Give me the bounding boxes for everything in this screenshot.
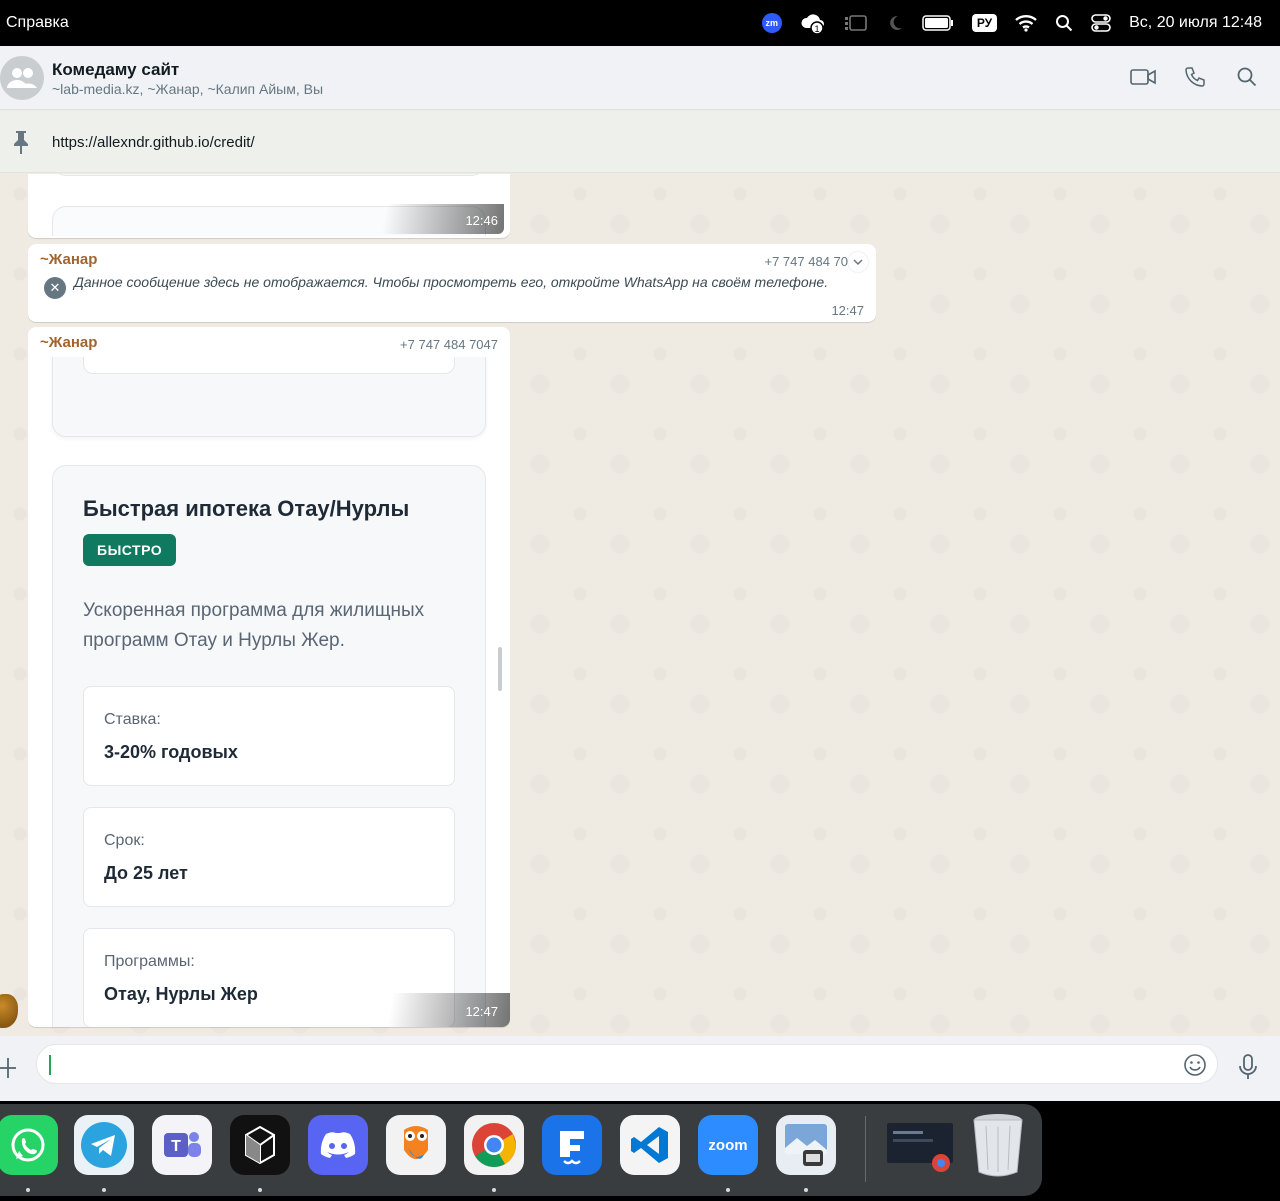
composer-bar xyxy=(0,1036,1280,1101)
embedded-webpage[interactable]: Быстрая ипотека Отау/Нурлы БЫСТРО Ускоре… xyxy=(28,357,510,1027)
preview-icon[interactable] xyxy=(776,1115,836,1175)
chrome-icon[interactable] xyxy=(464,1115,524,1175)
chevron-down-icon xyxy=(853,258,863,265)
video-camera-icon xyxy=(1130,69,1156,85)
param-value: 3-20% годовых xyxy=(104,742,238,762)
perplexity-icon[interactable] xyxy=(230,1115,290,1175)
mortgage-card: Быстрая ипотека Отау/Нурлы БЫСТРО Ускоре… xyxy=(52,465,486,1027)
param-value: Отау, Нурлы Жер xyxy=(104,984,258,1004)
running-indicator xyxy=(102,1188,106,1192)
running-indicator xyxy=(726,1188,730,1192)
pinned-link[interactable]: https://allexndr.github.io/credit/ xyxy=(52,134,255,151)
svg-text:T: T xyxy=(171,1138,181,1155)
dock-separator xyxy=(865,1116,866,1182)
message-bubble-card-preview[interactable]: ~Жанар +7 747 484 7047 Быстрая ипотека О… xyxy=(28,327,510,1027)
sender-phone: +7 747 484 70 xyxy=(764,254,849,269)
cloud-sync-icon[interactable]: 1 xyxy=(800,0,826,46)
unsupported-message-text: Данное сообщение здесь не отображается. … xyxy=(74,274,829,290)
input-language-indicator[interactable]: РУ xyxy=(971,0,998,46)
search-icon xyxy=(1237,67,1257,87)
sender-name[interactable]: ~Жанар xyxy=(40,251,97,268)
whatsapp-window: Комедаму сайт ~lab-media.kz, ~Жанар, ~Ка… xyxy=(0,46,1280,1101)
previous-card-field xyxy=(83,357,455,374)
message-time: 12:47 xyxy=(465,1004,498,1019)
running-indicator xyxy=(258,1188,262,1192)
running-indicator xyxy=(804,1188,808,1192)
chat-participants: ~lab-media.kz, ~Жанар, ~Калип Айым, Вы xyxy=(52,81,324,97)
emoji-button[interactable] xyxy=(1183,1053,1207,1077)
text-caret xyxy=(49,1055,51,1075)
teams-icon[interactable]: T xyxy=(152,1115,212,1175)
message-list[interactable]: 12:46 ~Жанар +7 747 484 70 ✕ Данное сооб… xyxy=(0,174,1280,1036)
speed-badge: БЫСТРО xyxy=(83,534,177,566)
previous-card xyxy=(52,357,486,437)
voice-message-button[interactable] xyxy=(1236,1053,1260,1081)
language-label: РУ xyxy=(971,14,998,32)
discord-icon[interactable] xyxy=(308,1115,368,1175)
focus-moon-icon[interactable] xyxy=(886,0,904,46)
status-area: zm 1 РУ Вс, 20 июля 12:48 xyxy=(744,0,1262,46)
message-bubble-link-preview-1[interactable]: 12:46 xyxy=(28,174,510,238)
reaction-sticker[interactable] xyxy=(0,994,18,1028)
wifi-icon[interactable] xyxy=(1015,0,1037,46)
smiley-icon xyxy=(1184,1054,1206,1076)
telegram-icon[interactable] xyxy=(74,1115,134,1175)
spotlight-search-icon[interactable] xyxy=(1055,0,1073,46)
screenshot-thumbnail-icon[interactable] xyxy=(885,1115,955,1175)
control-center-icon[interactable] xyxy=(1091,0,1111,46)
running-indicator xyxy=(492,1188,496,1192)
chat-header[interactable]: Комедаму сайт ~lab-media.kz, ~Жанар, ~Ка… xyxy=(0,46,1280,110)
stage-manager-icon[interactable] xyxy=(844,0,868,46)
param-term: Срок: До 25 лет xyxy=(83,807,455,907)
vscode-icon[interactable] xyxy=(620,1115,680,1175)
menu-bar: Справка zm 1 РУ Вс, 20 июля 12:48 xyxy=(0,0,1280,46)
microphone-icon xyxy=(1239,1054,1257,1079)
group-avatar[interactable] xyxy=(0,56,44,100)
message-time: 12:47 xyxy=(831,303,864,318)
message-time: 12:46 xyxy=(465,213,498,228)
param-label: Срок: xyxy=(104,832,145,849)
param-value: До 25 лет xyxy=(104,863,188,883)
message-input[interactable] xyxy=(36,1044,1218,1084)
message-bubble-unsupported[interactable]: ~Жанар +7 747 484 70 ✕ Данное сообщение … xyxy=(28,244,876,322)
trash-icon[interactable] xyxy=(968,1114,1028,1177)
embed-scrollbar[interactable] xyxy=(498,647,502,691)
param-rate: Ставка: 3-20% годовых xyxy=(83,686,455,786)
chat-title[interactable]: Комедаму сайт xyxy=(52,60,179,80)
owl-app-icon[interactable] xyxy=(386,1115,446,1175)
card-description: Ускоренная программа для жилищных програ… xyxy=(83,600,425,651)
menubar-clock[interactable]: Вс, 20 июля 12:48 xyxy=(1129,14,1262,32)
running-indicator xyxy=(26,1188,30,1192)
header-actions xyxy=(1130,64,1260,90)
phone-icon xyxy=(1185,67,1205,87)
zoom-status-icon[interactable]: zm xyxy=(761,0,782,46)
sender-phone: +7 747 484 7047 xyxy=(400,337,498,352)
unavailable-icon: ✕ xyxy=(44,277,66,299)
message-menu-button[interactable] xyxy=(848,252,868,272)
dock: T zoom xyxy=(0,1104,1042,1196)
voice-call-button[interactable] xyxy=(1182,64,1208,90)
pinned-message-bar[interactable]: https://allexndr.github.io/credit/ xyxy=(0,111,1280,173)
plus-icon xyxy=(0,1058,16,1078)
video-call-button[interactable] xyxy=(1130,64,1156,90)
battery-icon[interactable] xyxy=(922,0,954,46)
whatsapp-icon[interactable] xyxy=(0,1115,58,1175)
attach-button[interactable] xyxy=(0,1054,20,1082)
preview-card-bottom xyxy=(52,174,486,176)
pin-icon xyxy=(14,131,28,154)
group-icon xyxy=(7,68,37,88)
zoom-label: zoom xyxy=(708,1136,748,1154)
card-title: Быстрая ипотека Отау/Нурлы xyxy=(83,496,410,521)
flow-app-icon[interactable] xyxy=(542,1115,602,1175)
notification-count: 1 xyxy=(814,24,819,34)
help-menu[interactable]: Справка xyxy=(6,14,69,32)
chat-search-button[interactable] xyxy=(1234,64,1260,90)
param-label: Программы: xyxy=(104,953,195,970)
zoom-badge: zm xyxy=(761,13,782,33)
sender-name[interactable]: ~Жанар xyxy=(40,334,97,351)
param-label: Ставка: xyxy=(104,711,161,728)
zoom-icon[interactable]: zoom xyxy=(698,1115,758,1175)
